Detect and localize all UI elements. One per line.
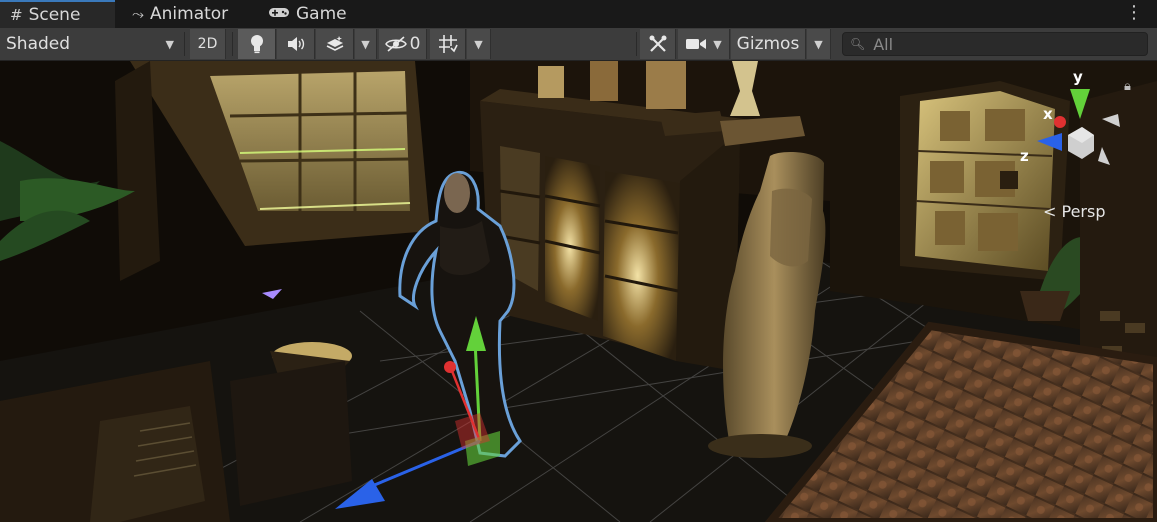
axis-label-x: x [1043,105,1053,123]
2d-toggle-label: 2D [197,36,218,52]
tools-toggle-button[interactable] [640,29,676,59]
eye-slash-icon [384,36,407,52]
kebab-menu-icon[interactable]: ⋮ [1125,4,1143,22]
lock-icon[interactable]: 🔒︎ [1124,79,1131,94]
2d-toggle-button[interactable]: 2D [190,29,226,59]
toolbar-divider [232,32,233,56]
gizmos-dropdown-button[interactable]: ▼ [807,29,831,59]
chevron-down-icon: ▼ [474,37,483,51]
tab-scene-label: Scene [28,5,81,25]
scene-search-input[interactable] [871,33,1136,55]
scene-viewport[interactable]: y x z 🔒︎ < Persp [0,61,1157,522]
chevron-down-icon: ▼ [814,37,823,51]
chevron-down-icon: ▼ [713,37,722,51]
grid-snapping-button[interactable] [430,29,466,59]
search-icon: 🔍︎ [850,37,866,51]
gizmos-label: Gizmos [736,34,800,54]
speaker-icon [287,37,304,51]
audio-toggle-button[interactable] [277,29,315,59]
draw-mode-dropdown[interactable]: Shaded ▼ [0,29,182,59]
effects-toggle-button[interactable] [316,29,354,59]
gamepad-icon [268,5,290,23]
grid-snap-icon [438,35,458,53]
editor-tab-bar: # Scene ⤳ Animator Game ⋮ [0,0,1157,28]
grid-hash-icon: # [10,6,23,24]
hidden-object-count: 0 [409,34,421,54]
draw-mode-label: Shaded [6,34,71,54]
scene-visibility-button[interactable]: 0 [379,29,427,59]
chevron-left-icon: < [1043,202,1057,221]
camera-icon [686,39,707,49]
gizmos-toggle-button[interactable]: Gizmos [731,29,806,59]
chevron-down-icon: ▼ [165,37,174,51]
tab-animator[interactable]: ⤳ Animator [122,0,254,28]
tab-scene[interactable]: # Scene [0,0,115,28]
animator-icon: ⤳ [132,5,145,23]
grid-dropdown-button[interactable]: ▼ [467,29,491,59]
toolbar-divider [636,32,637,56]
scene-search-field[interactable]: 🔍︎ [842,32,1148,56]
camera-settings-button[interactable]: ▼ [678,29,730,59]
lightbulb-icon [250,35,263,54]
projection-label: Persp [1061,202,1106,221]
toolbar-divider [184,32,185,56]
tab-game-label: Game [296,4,347,24]
projection-toggle[interactable]: < Persp [1043,202,1106,221]
scene-toolbar: Shaded ▼ 2D ▼ 0 ▼ ▼ Gizmos ▼ 🔍︎ [0,28,1157,61]
axis-label-z: z [1020,147,1029,165]
orientation-gizmo[interactable]: y x z [1020,68,1130,189]
axis-label-y: y [1073,68,1083,86]
wrench-tools-icon [649,35,666,52]
scene-render [0,61,1157,522]
tab-animator-label: Animator [150,4,229,24]
effects-layers-icon [326,36,343,51]
tab-game[interactable]: Game [258,0,368,28]
chevron-down-icon: ▼ [361,37,370,51]
lighting-toggle-button[interactable] [238,29,276,59]
effects-dropdown-button[interactable]: ▼ [355,29,377,59]
